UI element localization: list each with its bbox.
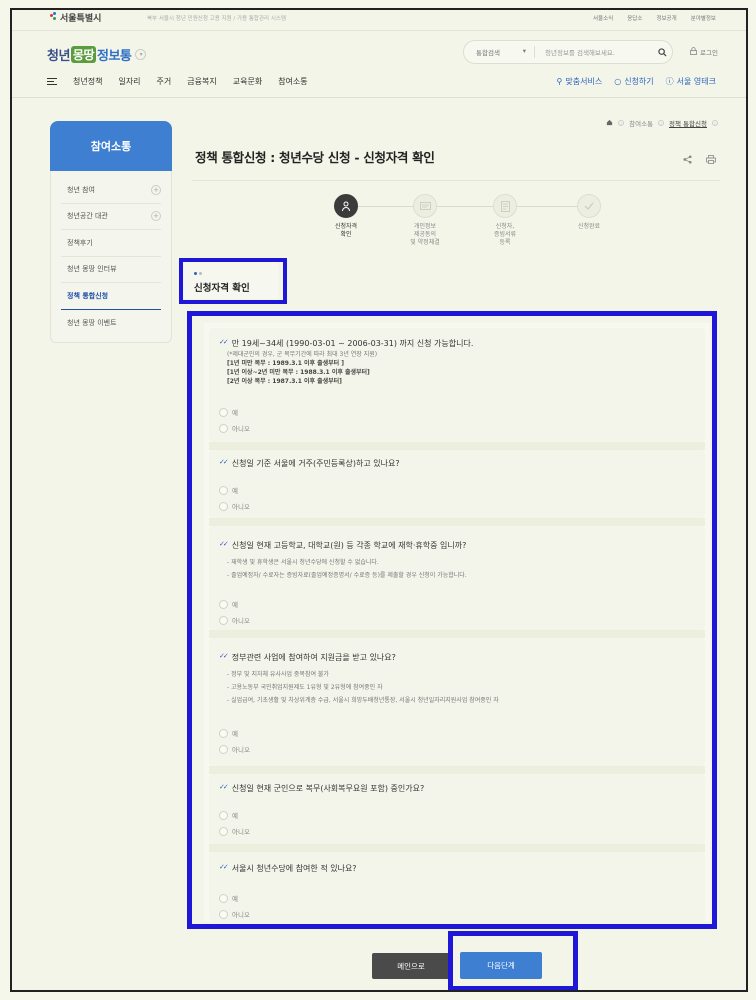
step-label-line: 제공동의	[413, 231, 437, 239]
step-label-line: 개인정보	[413, 223, 437, 230]
logo-text-1: 청년	[47, 49, 70, 64]
step-indicator: 신청자격 확인 개인정보 제공동의 및 약정체결 신청자, 증빙서류 등록 신청…	[302, 194, 602, 264]
info-icon: ⓘ	[665, 77, 674, 86]
seoul-logo-icon	[50, 11, 58, 24]
step-label-line: 신청자격	[334, 223, 358, 230]
home-icon[interactable]	[606, 119, 613, 128]
util-link-news[interactable]: 서울소식	[593, 14, 613, 22]
side-menu: 참여소통 청년 참여 + 청년공간 대관 + 정책후기 청년 몽땅 인터뷰 정책…	[50, 121, 172, 343]
main-page-button[interactable]: 메인으로	[372, 953, 450, 979]
quick-apply-label: 신청하기	[624, 77, 654, 86]
nav-participation[interactable]: 참여소통	[278, 76, 307, 87]
step-label-line: 및 약정체결	[410, 239, 440, 247]
login-button[interactable]: 로그인	[690, 47, 718, 57]
step-eligibility: 신청자격 확인	[311, 194, 381, 239]
share-icon[interactable]	[683, 149, 692, 168]
title-divider	[192, 180, 720, 181]
notice-text: 북부 서울시 청년 민원신청 고용 지원 / 가용 통합관리 시스템	[147, 16, 287, 22]
hamburger-menu-icon[interactable]	[47, 77, 57, 86]
person-icon	[334, 194, 358, 218]
search-icon[interactable]	[652, 47, 672, 57]
nav-finance-welfare[interactable]: 금융복지	[187, 76, 216, 87]
sidebar-item-label: 청년 참여	[67, 185, 95, 194]
document-icon	[493, 194, 517, 218]
top-utility-bar: 서울특별시 북부 서울시 청년 민원신청 고용 지원 / 가용 통합관리 시스템…	[12, 10, 746, 28]
seoul-logo-text: 서울특별시	[60, 14, 102, 24]
expand-icon[interactable]: +	[151, 211, 161, 222]
title-tools	[683, 149, 716, 168]
expand-icon[interactable]: +	[151, 184, 161, 195]
sidebar-item-label: 정책후기	[67, 238, 93, 247]
sidebar-item-label: 청년공간 대관	[67, 212, 108, 221]
side-menu-list: 청년 참여 + 청년공간 대관 + 정책후기 청년 몽땅 인터뷰 정책 통합신청…	[50, 171, 172, 343]
quick-links: ⚲ 맞춤서비스 ○ 신청하기 ⓘ 서울 영테크	[557, 76, 716, 87]
print-icon[interactable]	[706, 149, 716, 168]
utility-links: 서울소식 응답소 정보공개 분야별정보	[593, 14, 716, 22]
lock-icon	[690, 47, 697, 57]
step-connector	[348, 206, 580, 207]
quick-custom-service-label: 맞춤서비스	[565, 77, 603, 86]
search-scope-label: 통합검색	[476, 49, 500, 57]
side-menu-title: 참여소통	[50, 121, 172, 171]
step-complete: 신청완료	[554, 194, 624, 231]
nav-housing[interactable]: 주거	[157, 76, 172, 87]
card-icon	[413, 194, 437, 218]
sidebar-item-event[interactable]: 청년 몽땅 이벤트	[61, 310, 161, 337]
page-frame: 서울특별시 북부 서울시 청년 민원신청 고용 지원 / 가용 통합관리 시스템…	[10, 8, 748, 992]
breadcrumb-separator-icon: ›	[618, 120, 625, 126]
quick-youngtech[interactable]: ⓘ 서울 영테크	[666, 76, 716, 87]
util-link-fields[interactable]: 분야별정보	[691, 14, 716, 22]
quick-apply[interactable]: ○ 신청하기	[614, 76, 653, 87]
logo-text-2: 몽땅	[70, 46, 97, 63]
sidebar-item-policy-application[interactable]: 정책 통합신청	[61, 283, 161, 310]
nav-education-culture[interactable]: 교육문화	[233, 76, 262, 87]
site-logo[interactable]: 청년 몽땅 정보통 ▾	[47, 45, 147, 64]
check-icon	[577, 194, 601, 218]
sidebar-item-label: 청년 몽땅 인터뷰	[67, 265, 117, 274]
header-divider	[12, 30, 746, 31]
chevron-down-icon: ▾	[522, 47, 526, 55]
sidebar-item-policy-review[interactable]: 정책후기	[61, 230, 161, 257]
highlight-box-section-title	[179, 258, 287, 304]
sidebar-item-label: 정책 통합신청	[67, 291, 109, 300]
page-title: 정책 통합신청 : 청년수당 신청 - 신청자격 확인	[195, 150, 435, 165]
breadcrumb-item-participation[interactable]: 참여소통	[629, 118, 653, 128]
quick-custom-service[interactable]: ⚲ 맞춤서비스	[557, 76, 603, 87]
logo-chevron-icon[interactable]: ▾	[135, 49, 147, 60]
step-consent: 개인정보 제공동의 및 약정체결	[390, 194, 460, 247]
step-label-line: 등록	[499, 239, 511, 247]
pin-icon: ⚲	[556, 77, 563, 86]
breadcrumb: › 참여소통 › 정책 통합신청 ›	[606, 118, 718, 128]
search-scope-select[interactable]: 통합검색 ▾	[464, 47, 534, 57]
breadcrumb-separator-icon: ›	[658, 120, 665, 126]
sidebar-item-youth-participation[interactable]: 청년 참여 +	[61, 177, 161, 204]
util-link-response[interactable]: 응답소	[627, 14, 642, 22]
step-label-line: 신청자,	[495, 223, 515, 230]
nav-youth-policy[interactable]: 청년정책	[73, 76, 102, 87]
search-input[interactable]: 청년정보를 검색해보세요.	[535, 47, 652, 57]
main-nav: 청년정책 일자리 주거 금융복지 교육문화 참여소통	[47, 76, 324, 87]
nav-divider	[12, 97, 746, 98]
sidebar-item-space-rental[interactable]: 청년공간 대관 +	[61, 204, 161, 230]
next-step-button[interactable]: 다음단계	[460, 952, 542, 979]
sidebar-item-label: 청년 몽땅 이벤트	[67, 318, 117, 327]
logo-text-3: 정보통	[97, 49, 132, 64]
seoul-logo[interactable]: 서울특별시	[50, 11, 101, 24]
quick-youngtech-label: 서울 영테크	[676, 77, 716, 86]
step-label-line: 확인	[340, 231, 352, 239]
login-label: 로그인	[700, 49, 718, 57]
step-label-line: 증빙서류	[493, 231, 517, 239]
breadcrumb-item-current[interactable]: 정책 통합신청	[669, 118, 707, 128]
util-link-disclosure[interactable]: 정보공개	[656, 14, 676, 22]
sidebar-item-interview[interactable]: 청년 몽땅 인터뷰	[61, 257, 161, 283]
step-label-line: 신청완료	[577, 223, 601, 230]
search-box: 통합검색 ▾ 청년정보를 검색해보세요.	[463, 40, 673, 64]
nav-jobs[interactable]: 일자리	[118, 76, 140, 87]
chat-icon: ○	[614, 77, 622, 86]
highlight-box-questions	[187, 311, 717, 929]
step-documents: 신청자, 증빙서류 등록	[470, 194, 540, 247]
breadcrumb-separator-icon: ›	[712, 120, 718, 126]
